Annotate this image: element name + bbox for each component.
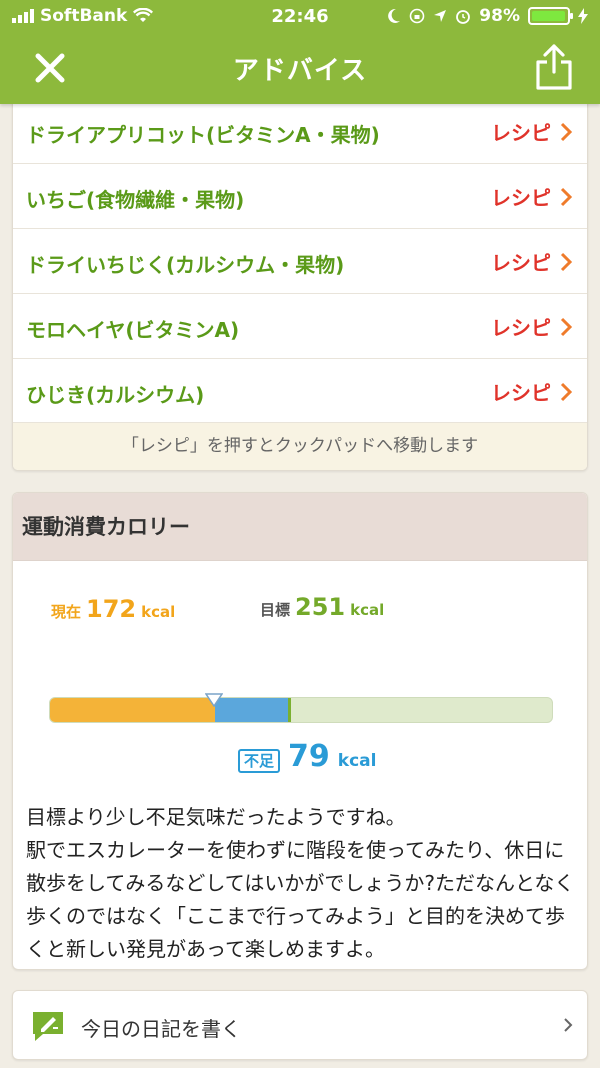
- target-value: 251: [295, 593, 346, 621]
- pencil-note-icon: [33, 1012, 63, 1041]
- battery-percent: 98%: [479, 6, 520, 26]
- calorie-body: 現在 172 kcal 目標 251 kcal 不足 79 kcal 目標より少…: [13, 561, 587, 969]
- target-label: 目標: [260, 601, 291, 619]
- deficit-badge: 不足: [238, 749, 281, 773]
- rotation-lock-icon: [409, 8, 425, 24]
- recipe-food-name: ドライいちじく(カルシウム・果物): [26, 253, 345, 277]
- deficit-value: 79: [288, 739, 330, 774]
- recipe-link[interactable]: レシピ: [491, 117, 573, 146]
- chevron-right-icon: [564, 1018, 573, 1032]
- recipe-link-label: レシピ: [491, 121, 551, 145]
- recipe-row[interactable]: いちご(食物繊維・果物) レシピ: [13, 164, 587, 229]
- recipe-row[interactable]: ドライいちじく(カルシウム・果物) レシピ: [13, 229, 587, 294]
- battery-icon: [528, 7, 573, 25]
- recipe-row[interactable]: ドライアプリコット(ビタミンA・果物) レシピ: [13, 99, 587, 164]
- advice-text: 目標より少し不足気味だったようですね。 駅でエスカレーターを使わずに階段を使って…: [26, 805, 575, 961]
- write-diary-button[interactable]: 今日の日記を書く: [12, 990, 588, 1060]
- recipe-link[interactable]: レシピ: [491, 312, 573, 341]
- deficit-fill: [215, 698, 291, 722]
- nav-bar: アドバイス: [0, 34, 600, 104]
- recipe-row[interactable]: モロヘイヤ(ビタミンA) レシピ: [13, 294, 587, 359]
- current-calorie: 現在 172 kcal: [51, 595, 175, 623]
- chevron-right-icon: [560, 122, 573, 141]
- current-label: 現在: [51, 603, 82, 621]
- recipe-link-label: レシピ: [491, 251, 551, 275]
- header: SoftBank 22:46 98% アドバイス: [0, 0, 600, 104]
- current-fill: [50, 698, 216, 722]
- alarm-icon: [456, 10, 471, 24]
- moon-icon: [388, 8, 401, 23]
- recipe-food-name: ひじき(カルシウム): [26, 383, 205, 407]
- target-calorie: 目標 251 kcal: [260, 593, 384, 621]
- recipe-link-label: レシピ: [491, 381, 551, 405]
- recipe-food-name: モロヘイヤ(ビタミンA): [26, 318, 240, 342]
- recipe-row[interactable]: ひじき(カルシウム) レシピ: [13, 359, 587, 424]
- deficit-unit: kcal: [337, 751, 377, 771]
- chevron-right-icon: [560, 252, 573, 271]
- section-title: 運動消費カロリー: [13, 493, 587, 561]
- diary-label: 今日の日記を書く: [81, 1017, 241, 1041]
- recipe-link-label: レシピ: [491, 186, 551, 210]
- recipe-note: 「レシピ」を押すとクックパッドへ移動します: [13, 422, 587, 470]
- recipe-list: ドライアプリコット(ビタミンA・果物) レシピ いちご(食物繊維・果物) レシピ…: [12, 98, 588, 471]
- recipe-food-name: いちご(食物繊維・果物): [26, 188, 245, 212]
- chevron-right-icon: [560, 382, 573, 401]
- page-title: アドバイス: [232, 56, 368, 86]
- current-marker-icon: [205, 693, 224, 707]
- recipe-food-name: ドライアプリコット(ビタミンA・果物): [26, 123, 380, 147]
- recipe-link[interactable]: レシピ: [491, 377, 573, 406]
- current-value: 172: [86, 595, 137, 623]
- current-unit: kcal: [141, 603, 176, 621]
- location-icon: [434, 10, 447, 22]
- exercise-calorie-card: 運動消費カロリー 現在 172 kcal 目標 251 kcal 不足 79 k…: [12, 492, 588, 970]
- deficit-calorie: 不足 79 kcal: [238, 739, 376, 774]
- share-icon[interactable]: [532, 42, 576, 92]
- recipe-link-label: レシピ: [491, 316, 551, 340]
- calorie-progress-bar: [49, 697, 553, 723]
- recipe-link[interactable]: レシピ: [491, 182, 573, 211]
- status-bar: SoftBank 22:46 98%: [0, 0, 600, 34]
- chevron-right-icon: [560, 187, 573, 206]
- charging-icon: [578, 8, 588, 24]
- chevron-right-icon: [560, 317, 573, 336]
- recipe-link[interactable]: レシピ: [491, 247, 573, 276]
- target-unit: kcal: [350, 601, 385, 619]
